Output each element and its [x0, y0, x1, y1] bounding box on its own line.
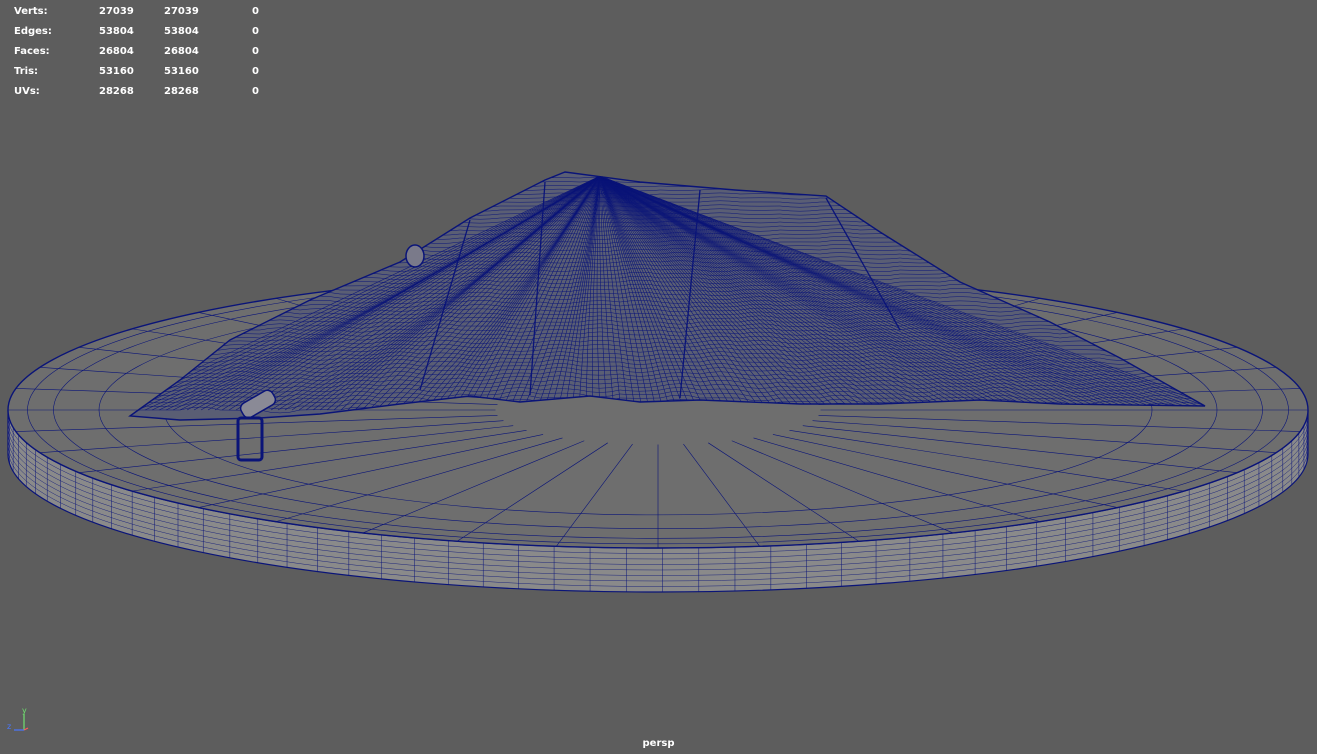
- hud-row-uvs: UVs: 28268 28268 0: [14, 82, 274, 102]
- y-axis-label: y: [22, 706, 27, 715]
- axis-gizmo-icon: y z: [7, 706, 29, 731]
- hud-value-selected-object: 26804: [164, 46, 199, 57]
- viewport-3d[interactable]: [0, 0, 1317, 754]
- hud-value-selected-object: 28268: [164, 86, 199, 97]
- hud-value-selected-components: 0: [252, 26, 259, 37]
- hud-row-verts: Verts: 27039 27039 0: [14, 2, 274, 22]
- hud-row-edges: Edges: 53804 53804 0: [14, 22, 274, 42]
- cloth-wire-line: [130, 180, 1205, 184]
- hud-value-total: 53160: [99, 66, 134, 77]
- camera-name-label: persp: [642, 738, 675, 749]
- hud-value-total: 53804: [99, 26, 134, 37]
- hud-value-selected-object: 53160: [164, 66, 199, 77]
- handle-knob: [405, 244, 425, 268]
- hud-value-selected-components: 0: [252, 6, 259, 17]
- hud-label: Faces:: [14, 46, 50, 57]
- hud-row-tris: Tris: 53160 53160 0: [14, 62, 274, 82]
- cloth-wire-line: [130, 176, 1205, 180]
- mesh-scene: [7, 171, 1309, 593]
- poly-count-hud: Verts: 27039 27039 0 Edges: 53804 53804 …: [14, 2, 274, 102]
- hud-label: Edges:: [14, 26, 52, 37]
- hud-value-selected-components: 0: [252, 86, 259, 97]
- hud-value-selected-components: 0: [252, 66, 259, 77]
- hud-label: UVs:: [14, 86, 40, 97]
- hud-row-faces: Faces: 26804 26804 0: [14, 42, 274, 62]
- hud-value-selected-object: 53804: [164, 26, 199, 37]
- hud-value-selected-object: 27039: [164, 6, 199, 17]
- hud-value-total: 26804: [99, 46, 134, 57]
- hud-label: Tris:: [14, 66, 39, 77]
- hud-value-total: 28268: [99, 86, 134, 97]
- hud-label: Verts:: [14, 6, 48, 17]
- hud-value-selected-components: 0: [252, 46, 259, 57]
- z-axis-label: z: [7, 722, 11, 731]
- hud-value-total: 27039: [99, 6, 134, 17]
